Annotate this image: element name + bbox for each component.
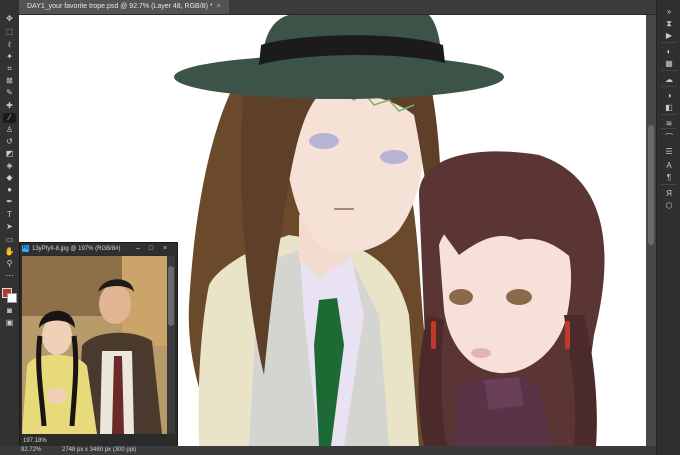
reference-zoom-value: 197.18% [23,438,47,444]
minimize-window-icon[interactable]: – [133,243,143,255]
background-color-swatch[interactable] [7,293,17,303]
woman-mouth [471,348,491,358]
pen-icon[interactable]: ✒ [3,197,16,207]
glyphs-icon[interactable]: Я [663,188,675,199]
move-icon[interactable]: ✥ [3,14,16,24]
panel-separator [661,86,677,87]
hand-icon[interactable]: ✋ [3,247,16,257]
properties-icon[interactable]: ☰ [663,146,675,157]
collapse-icon[interactable]: » [663,6,675,17]
document-tab[interactable]: DAY1_your favorite trope.psd @ 92.7% (La… [19,0,229,14]
reference-photo [22,256,167,434]
marquee-icon[interactable]: ⬚ [3,27,16,37]
reference-scrollbar[interactable] [167,256,175,434]
eraser-icon[interactable]: ◩ [3,149,16,159]
frame-icon[interactable]: ⊠ [3,76,16,86]
zoom-icon[interactable]: ⚲ [3,259,16,269]
type-icon[interactable]: T [3,210,16,220]
paint-bucket-icon[interactable]: ◈ [3,161,16,171]
panel-separator [661,184,677,185]
blur-icon[interactable]: ◆ [3,173,16,183]
document-tab-title: DAY1_your favorite trope.psd @ 92.7% (La… [27,3,213,10]
brush-icon[interactable]: ∕ [3,113,16,123]
paths-icon[interactable]: ⌒ [663,132,675,143]
swatches-panel-icon[interactable]: ▦ [663,58,675,69]
3d-icon[interactable]: ⬡ [663,200,675,211]
woman-left-eye [449,289,473,305]
dodge-icon[interactable]: ● [3,185,16,195]
panel-separator [661,42,677,43]
history-panel-icon[interactable]: ⧗ [663,18,675,29]
healing-brush-icon[interactable]: ✚ [3,101,16,111]
reference-zoom-readout: 197.18% [20,436,177,446]
woman-left-earring [431,321,436,349]
right-panel-dock: » ⧗ ▶ ◐ ▦ ☁ ◑ ◧ ≋ ⌒ ☰ A ¶ Я ⬡ [656,0,680,455]
reference-scroll-thumb[interactable] [168,266,174,326]
crop-icon[interactable]: ⌗ [3,64,16,74]
path-select-icon[interactable]: ➤ [3,222,16,232]
history-brush-icon[interactable]: ↺ [3,137,16,147]
adjustments-icon[interactable]: ◑ [663,90,675,101]
canvas-vertical-scrollbar[interactable] [646,15,656,446]
reference-window-titlebar[interactable]: Ps 13yPfyII-8.jpg @ 197% (RGB/8#) – □ × [20,243,177,255]
lasso-icon[interactable]: ℓ [3,40,16,50]
zoom-level[interactable]: 92.72% [21,446,41,455]
man-right-eye [380,150,408,164]
man-left-eye [309,133,339,149]
close-window-icon[interactable]: × [160,243,170,255]
eyedropper-icon[interactable]: ✎ [3,88,16,98]
document-tab-bar: DAY1_your favorite trope.psd @ 92.7% (La… [19,0,656,15]
paragraph-icon[interactable]: ¶ [663,172,675,183]
woman-right-eye [506,289,532,305]
woman-collar [484,377,524,410]
rectangle-icon[interactable]: ▭ [3,235,16,245]
document-info: 2748 px x 3480 px (300 ppi) [62,447,137,453]
status-bar: 92.72% 2748 px x 3480 px (300 ppi) [0,446,656,455]
canvas-scroll-thumb[interactable] [648,125,654,245]
tools-panel: ✥ ⬚ ℓ ✦ ⌗ ⊠ ✎ ✚ ∕ ♙ ↺ ◩ ◈ ◆ ● ✒ T ➤ ▭ ✋ ⚲ ⋯ ◙ ▣ [0,0,20,455]
screen-mode-icon[interactable]: ▣ [3,318,16,328]
maximize-window-icon[interactable]: □ [146,243,156,255]
panel-separator [661,128,677,129]
clone-stamp-icon[interactable]: ♙ [3,125,16,135]
reference-window-title: 13yPfyII-8.jpg @ 197% (RGB/8#) [32,246,121,252]
panel-separator [661,114,677,115]
more-tools-icon[interactable]: ⋯ [3,271,16,281]
woman-right-earring [565,321,570,349]
play-action-icon[interactable]: ▶ [663,30,675,41]
libraries-icon[interactable]: ☁ [663,74,675,85]
magic-wand-icon[interactable]: ✦ [3,52,16,62]
character-icon[interactable]: A [663,160,675,171]
photoshop-doc-icon: Ps [22,245,29,252]
reference-image-window[interactable]: Ps 13yPfyII-8.jpg @ 197% (RGB/8#) – □ × [19,242,178,448]
close-tab-icon[interactable]: × [217,3,221,10]
color-panel-icon[interactable]: ◐ [663,46,675,57]
panel-separator [661,70,677,71]
layers-icon[interactable]: ◧ [663,102,675,113]
quick-mask-icon[interactable]: ◙ [3,306,16,316]
